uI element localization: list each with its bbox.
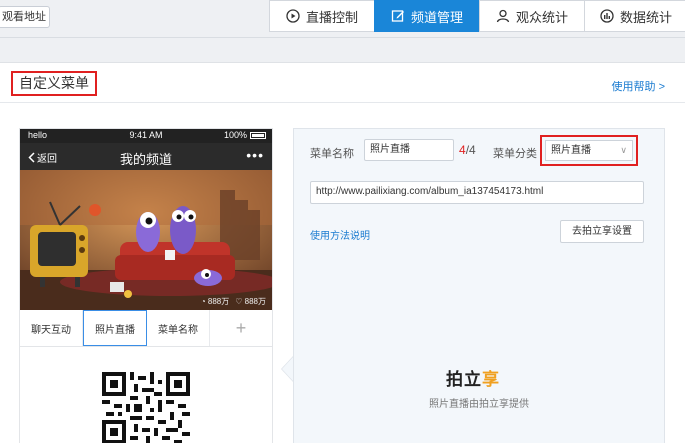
menu-tab-chat[interactable]: 聊天互动 (20, 310, 83, 346)
chart-icon (600, 9, 614, 23)
channel-title: 我的频道 (119, 152, 172, 167)
category-select-highlight: 照片直播 ∨ (540, 135, 638, 166)
tab-label: 数据统计 (619, 9, 672, 25)
pailixiang-settings-button[interactable]: 去拍立享设置 (560, 220, 644, 243)
page-title: 自定义菜单 (11, 71, 97, 96)
views-count: ◔ 888万 (200, 297, 230, 306)
play-circle-icon (286, 9, 300, 23)
menu-settings-form: 菜单名称 照片直播 4/4 菜单分类 照片直播 ∨ http://www.pai… (293, 128, 665, 443)
likes-count: ♡ 888万 (235, 297, 266, 306)
tab-audience-stats[interactable]: 观众统计 (479, 0, 584, 32)
top-bar: 观看地址 直播控制 频道管理 观众统计 数据统计 (0, 0, 685, 38)
battery-icon (250, 131, 266, 139)
category-value: 照片直播 (551, 145, 591, 156)
tab-label: 频道管理 (410, 9, 463, 25)
chevron-down-icon: ∨ (620, 145, 627, 155)
phone-preview: hello 9:41 AM 100% 返回 我的频道 ••• ◔ 888万 ♡ … (19, 128, 273, 443)
tab-label: 直播控制 (305, 9, 358, 25)
menu-category-label: 菜单分类 (493, 148, 537, 160)
menu-tab-name[interactable]: 菜单名称 (147, 310, 210, 346)
user-icon (496, 9, 510, 23)
provider-note: 照片直播由拍立享提供 (429, 399, 529, 410)
main-tabs: 直播控制 频道管理 观众统计 数据统计 (269, 0, 685, 32)
menu-name-label: 菜单名称 (310, 148, 354, 160)
char-count-total: /4 (465, 143, 476, 157)
pailixiang-logo: 拍立享 (446, 370, 500, 389)
tab-label: 观众统计 (515, 9, 568, 25)
menu-tab-photo-live[interactable]: 照片直播 (83, 310, 147, 346)
menu-name-input[interactable]: 照片直播 (364, 139, 454, 161)
tab-data-stats[interactable]: 数据统计 (584, 0, 685, 32)
tab-channel-management[interactable]: 频道管理 (374, 0, 479, 32)
cover-stats: ◔ 888万 ♡ 888万 (201, 296, 266, 307)
tab-live-control[interactable]: 直播控制 (269, 0, 374, 32)
url-input[interactable]: http://www.pailixiang.com/album_ia137454… (310, 181, 644, 204)
cartoon-scene-image (20, 170, 272, 310)
battery-percent: 100% (223, 130, 247, 140)
usage-instructions-link[interactable]: 使用方法说明 (310, 227, 370, 242)
status-bar: hello 9:41 AM 100% (20, 129, 272, 143)
edit-icon (391, 10, 404, 22)
battery-indicator: 100% (224, 130, 266, 140)
char-count: 4/4 (459, 143, 476, 157)
phone-nav-bar: 返回 我的频道 ••• (20, 143, 272, 170)
phone-menu-tabs: 聊天互动 照片直播 菜单名称 + (20, 310, 272, 347)
add-menu-button[interactable]: + (210, 310, 272, 346)
watch-address-button[interactable]: 观看地址 (0, 6, 50, 28)
qr-area (20, 347, 272, 443)
custom-menu-panel: 自定义菜单 使用帮助 > hello 9:41 AM 100% 返回 我的频道 … (0, 62, 685, 443)
char-count-current: 4 (459, 143, 466, 157)
help-link[interactable]: 使用帮助 > (612, 78, 665, 94)
qr-code (96, 365, 196, 443)
qr-code-image (102, 372, 190, 443)
panel-header: 自定义菜单 使用帮助 > (0, 63, 685, 103)
cover-image: ◔ 888万 ♡ 888万 (20, 170, 272, 310)
more-menu-button[interactable]: ••• (246, 147, 264, 163)
menu-category-select[interactable]: 照片直播 ∨ (545, 140, 633, 161)
